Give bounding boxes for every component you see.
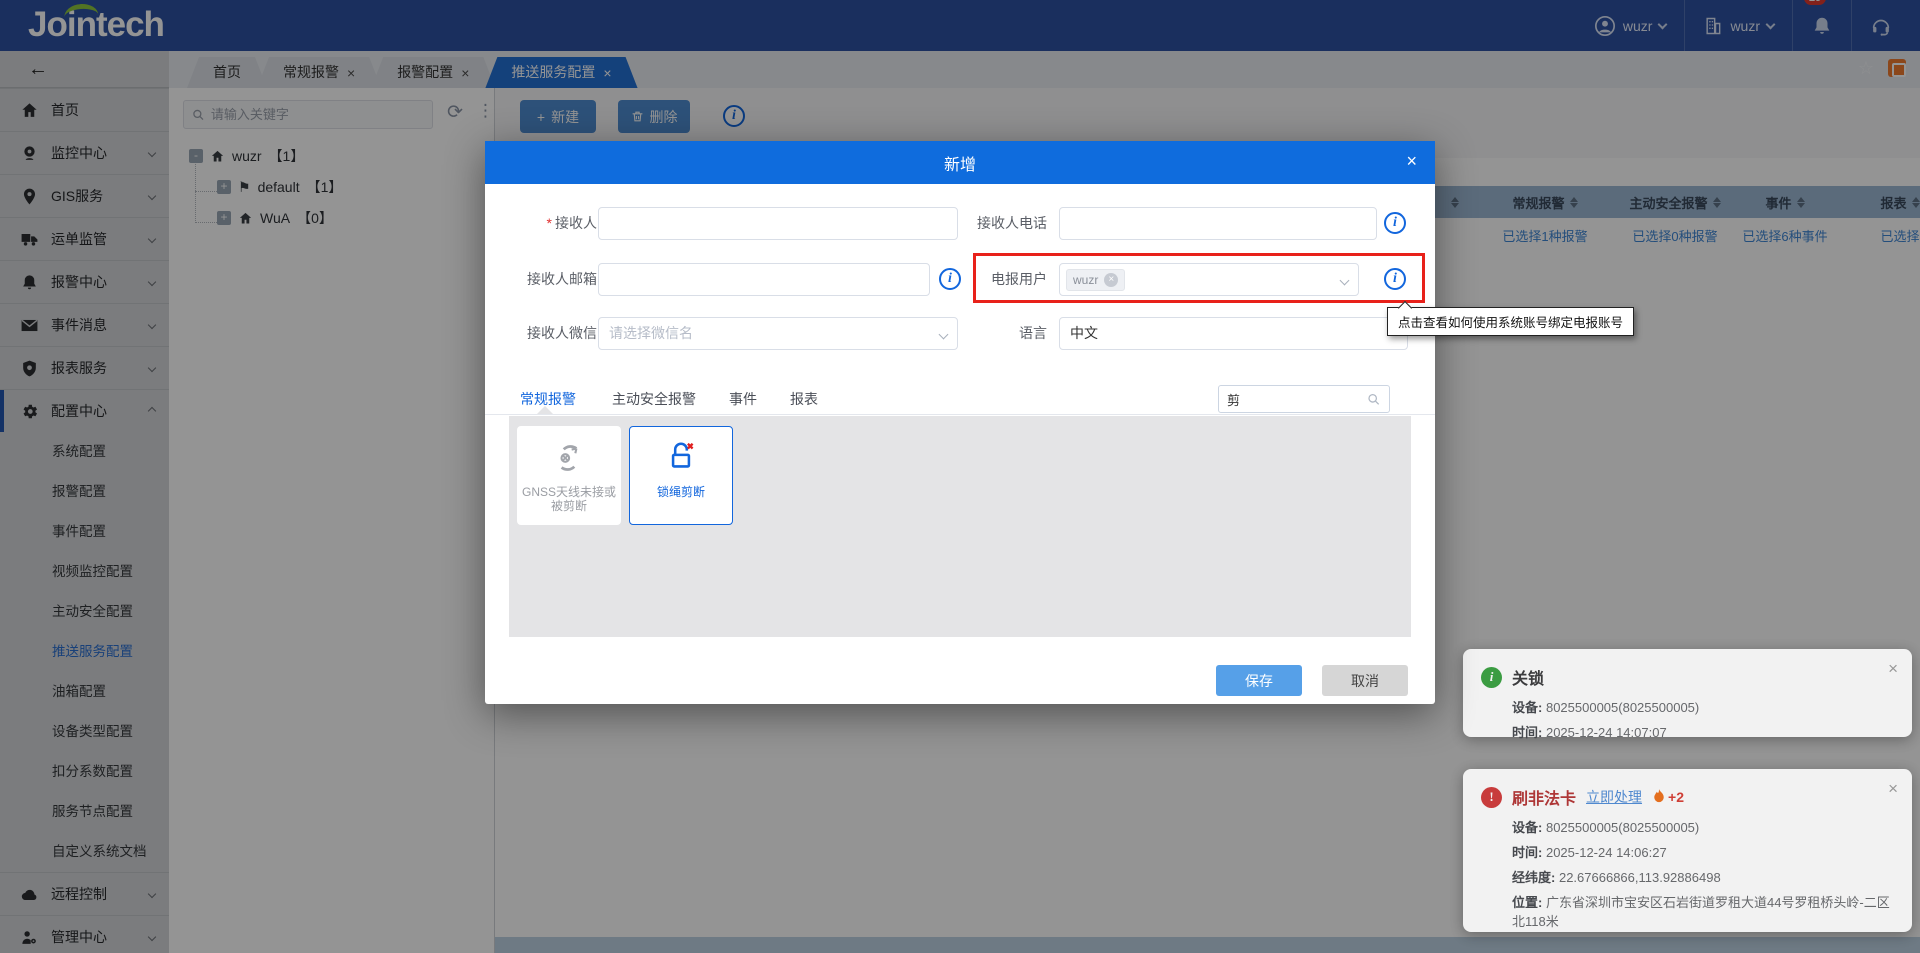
language-label: 语言 xyxy=(945,317,1047,350)
time-line: 时间: 2025-12-24 14:06:27 xyxy=(1512,843,1894,862)
phone-input[interactable] xyxy=(1059,207,1377,240)
notification-illegal-card: × ! 刷非法卡 立即处理 +2 设备: 8025500005(80255000… xyxy=(1463,769,1912,932)
telegram-help-tooltip: 点击查看如何使用系统账号绑定电报账号 xyxy=(1387,307,1634,336)
alarm-search-box[interactable] xyxy=(1218,385,1390,413)
notification-title: 刷非法卡 xyxy=(1512,785,1576,809)
notification-lock: × i 关锁 设备: 8025500005(8025500005) 时间: 20… xyxy=(1463,649,1912,737)
close-icon[interactable]: × xyxy=(1406,152,1417,170)
flame-count: +2 xyxy=(1652,789,1684,805)
tab-active-safety-alarm[interactable]: 主动安全报警 xyxy=(612,389,696,409)
phone-info-icon[interactable]: i xyxy=(1384,212,1406,234)
phone-label: 接收人电话 xyxy=(945,207,1047,240)
alarm-cards-panel: GNSS天线未接或被剪断 锁绳剪断 xyxy=(509,416,1411,637)
close-icon[interactable]: × xyxy=(1888,659,1898,679)
chevron-down-icon xyxy=(1340,276,1350,286)
coords-line: 经纬度: 22.67666866,113.92886498 xyxy=(1512,868,1894,887)
notification-title: 关锁 xyxy=(1512,665,1544,689)
cancel-button[interactable]: 取消 xyxy=(1322,665,1408,696)
card-lock-rope-cut[interactable]: 锁绳剪断 xyxy=(629,426,733,525)
gnss-cut-icon xyxy=(550,439,588,477)
flame-icon xyxy=(1652,789,1666,805)
wechat-select[interactable]: 请选择微信名 xyxy=(598,317,958,350)
card-gnss-antenna-cut[interactable]: GNSS天线未接或被剪断 xyxy=(517,426,621,525)
device-line: 设备: 8025500005(8025500005) xyxy=(1512,818,1894,837)
dialog-header: 新增 × xyxy=(485,141,1435,184)
device-line: 设备: 8025500005(8025500005) xyxy=(1512,698,1894,717)
email-label: 接收人邮箱 xyxy=(495,263,597,296)
info-circle-icon: i xyxy=(1481,667,1502,688)
email-input[interactable] xyxy=(598,263,930,296)
telegram-select[interactable]: wuzr × xyxy=(1059,263,1359,296)
save-button[interactable]: 保存 xyxy=(1216,665,1302,696)
remove-tag-icon[interactable]: × xyxy=(1104,273,1118,287)
recipient-label: *接收人 xyxy=(495,207,597,240)
telegram-info-icon[interactable]: i xyxy=(1384,268,1406,290)
language-select[interactable]: 中文 xyxy=(1059,317,1408,350)
active-tab-notch xyxy=(537,406,553,414)
required-mark: * xyxy=(547,215,552,231)
tab-report[interactable]: 报表 xyxy=(790,389,818,409)
lock-cut-icon xyxy=(662,439,700,477)
search-icon xyxy=(1367,392,1381,407)
alert-circle-icon: ! xyxy=(1481,787,1502,808)
add-dialog: 新增 × *接收人 接收人电话 i 接收人邮箱 i 电报用户 wuzr × i … xyxy=(485,141,1435,704)
dialog-title: 新增 xyxy=(944,151,976,175)
alarm-search-input[interactable] xyxy=(1227,392,1367,407)
close-icon[interactable]: × xyxy=(1888,779,1898,799)
location-line: 位置: 广东省深圳市宝安区石岩街道罗租大道44号罗租桥头岭-二区北118米 xyxy=(1512,893,1894,931)
time-line: 时间: 2025-12-24 14:07:07 xyxy=(1512,723,1894,742)
telegram-user-tag: wuzr × xyxy=(1066,269,1125,291)
recipient-input[interactable] xyxy=(598,207,958,240)
telegram-label: 电报用户 xyxy=(945,263,1047,296)
handle-now-link[interactable]: 立即处理 xyxy=(1586,787,1642,807)
tab-event[interactable]: 事件 xyxy=(729,389,757,409)
wechat-label: 接收人微信 xyxy=(495,317,597,350)
